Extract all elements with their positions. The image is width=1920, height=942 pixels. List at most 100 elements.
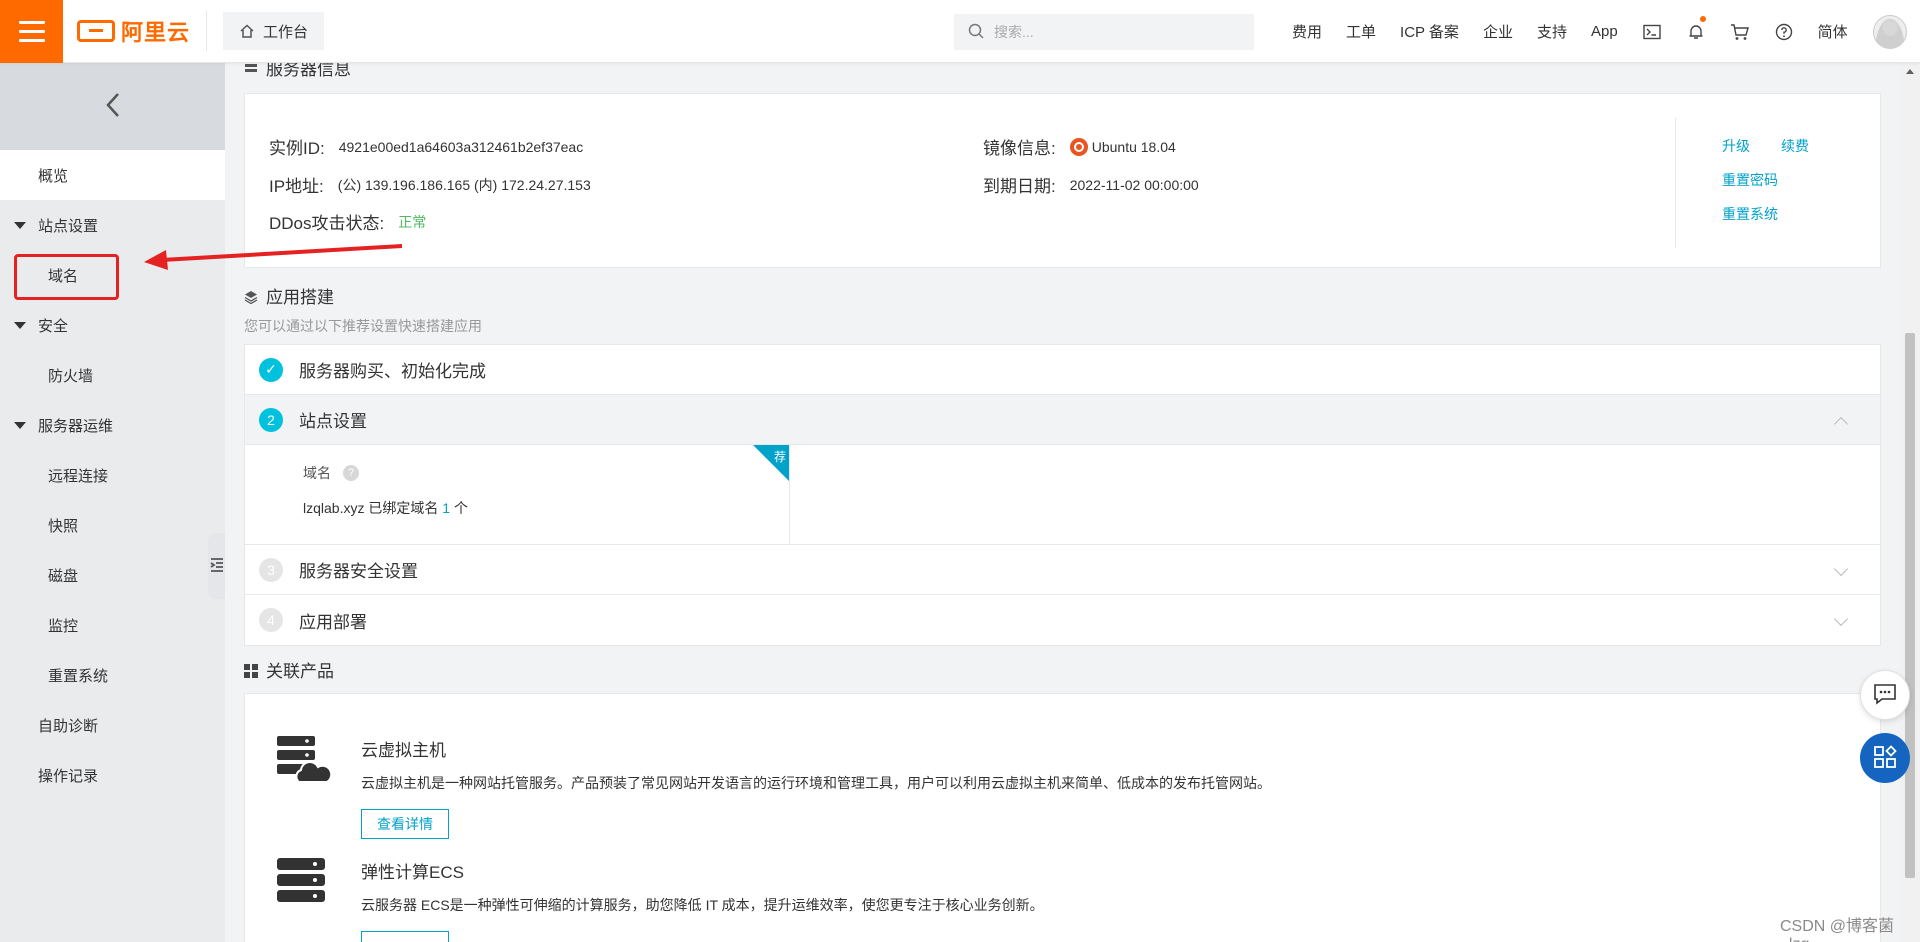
scroll-up-arrow-icon[interactable] [1906, 69, 1914, 74]
help-circle-icon[interactable]: ? [343, 465, 359, 481]
step-label: 应用部署 [299, 612, 367, 632]
terminal-icon[interactable] [1630, 0, 1674, 63]
list-collapse-icon [210, 557, 224, 576]
upgrade-link[interactable]: 升级 [1722, 136, 1750, 156]
apps-grid-icon [1873, 744, 1897, 772]
view-details-button[interactable]: 查看详情 [361, 809, 449, 839]
related-products-card: 云虚拟主机 云虚拟主机是一种网站托管服务。产品预装了常见网站开发语言的运行环境和… [244, 693, 1881, 942]
image-label: 镜像信息: [983, 139, 1056, 158]
sidebar-item-label: 重置系统 [48, 667, 109, 685]
red-arrow-annotation [144, 244, 403, 270]
csdn-watermark: CSDN @博客菌_lzq [1780, 918, 1895, 942]
caret-down-icon [14, 421, 26, 429]
instance-id-row: 实例ID: 4921e00ed1a64603a312461b2ef37eac [269, 134, 583, 159]
step-4[interactable]: 4 应用部署 [245, 595, 1880, 645]
ddos-status: 正常 [398, 213, 427, 230]
server-info-title: 服务器信息 [244, 63, 351, 80]
expire-label: 到期日期: [983, 177, 1056, 196]
domain-panel[interactable]: 荐 域名 ? lzqlab.xyz 已绑定域名 1 个 [245, 445, 790, 545]
ecs-server-icon [275, 856, 331, 911]
search-box[interactable] [954, 14, 1254, 50]
workbench-tab[interactable]: 工作台 [223, 12, 325, 50]
workbench-label: 工作台 [263, 23, 309, 41]
renew-link[interactable]: 续费 [1781, 136, 1809, 156]
nav-icp[interactable]: ICP 备案 [1388, 21, 1471, 42]
sidebar-item-monitor[interactable]: 监控 [0, 600, 225, 650]
ip-label: IP地址: [269, 177, 324, 196]
nav-enterprise[interactable]: 企业 [1471, 21, 1525, 42]
sidebar-item-snapshot[interactable]: 快照 [0, 500, 225, 550]
sidebar: 概览 站点设置 域名 安全 防火墙 服务器运维 远程连接 快照 磁盘 监控 重置… [0, 63, 225, 942]
image-row: 镜像信息: Ubuntu 18.04 [983, 134, 1176, 159]
chat-float-button[interactable] [1860, 670, 1910, 720]
chat-icon [1873, 683, 1897, 708]
layers-icon [244, 289, 258, 304]
ubuntu-icon [1069, 137, 1088, 156]
sidebar-item-disk[interactable]: 磁盘 [0, 550, 225, 600]
sidebar-item-label: 服务器运维 [38, 417, 114, 435]
instance-id-value: 4921e00ed1a64603a312461b2ef37eac [338, 138, 584, 155]
image-value: Ubuntu 18.04 [1091, 138, 1176, 155]
sidebar-item-op-log[interactable]: 操作记录 [0, 750, 225, 800]
sidebar-collapse-button[interactable] [0, 63, 225, 150]
section-title-text: 服务器信息 [266, 63, 351, 79]
step-1[interactable]: ✓ 服务器购买、初始化完成 [245, 345, 1880, 395]
reset-password-link[interactable]: 重置密码 [1722, 170, 1778, 190]
product-description: 云虚拟主机是一种网站托管服务。产品预装了常见网站开发语言的运行环境和管理工具，用… [361, 775, 1271, 791]
recommend-ribbon-text: 荐 [773, 450, 786, 464]
server-info-icon [244, 63, 258, 75]
user-avatar[interactable] [1873, 15, 1907, 49]
nav-support[interactable]: 支持 [1525, 21, 1579, 42]
help-icon[interactable] [1762, 0, 1806, 63]
bound-domain-count[interactable]: 1 [442, 500, 450, 516]
sidebar-item-remote[interactable]: 远程连接 [0, 450, 225, 500]
chevron-down-icon [1833, 561, 1849, 577]
section-title-text: 关联产品 [266, 662, 334, 681]
step-3[interactable]: 3 服务器安全设置 [245, 545, 1880, 595]
step-number: 4 [259, 608, 283, 632]
hamburger-menu-button[interactable] [0, 0, 63, 63]
search-input[interactable] [994, 24, 1234, 40]
top-bar: 阿里云 工作台 费用 工单 ICP 备案 企业 支持 App 简体 [0, 0, 1920, 63]
app-build-title: 应用搭建 [244, 283, 334, 308]
bound-domain-unit: 个 [453, 500, 468, 516]
sidebar-item-label: 站点设置 [38, 217, 99, 235]
step-label: 服务器安全设置 [299, 562, 418, 581]
instance-id-label: 实例ID: [269, 139, 325, 158]
product-name[interactable]: 弹性计算ECS [361, 858, 464, 883]
ddos-label: DDos攻击状态: [269, 214, 385, 233]
product-name[interactable]: 云虚拟主机 [361, 736, 446, 761]
bell-icon[interactable] [1674, 0, 1718, 63]
cart-icon[interactable] [1718, 0, 1762, 63]
sidebar-item-label: 防火墙 [48, 367, 94, 385]
sidebar-item-reset-system[interactable]: 重置系统 [0, 650, 225, 700]
sidebar-item-self-diagnose[interactable]: 自助诊断 [0, 700, 225, 750]
sidebar-group-security[interactable]: 安全 [0, 300, 225, 350]
nav-fees[interactable]: 费用 [1280, 21, 1334, 42]
nav-tickets[interactable]: 工单 [1334, 21, 1388, 42]
page-scrollbar[interactable] [1900, 63, 1920, 942]
sidebar-toggle-handle[interactable] [208, 533, 225, 599]
reset-system-link[interactable]: 重置系统 [1722, 204, 1778, 224]
sidebar-item-label: 操作记录 [38, 767, 99, 785]
aliyun-logo[interactable]: 阿里云 [63, 11, 208, 51]
ip-row: IP地址: (公) 139.196.186.165 (内) 172.24.27.… [269, 172, 591, 197]
logo-text: 阿里云 [121, 20, 191, 45]
scroll-thumb[interactable] [1905, 333, 1915, 878]
highlight-box [14, 254, 119, 300]
sidebar-group-server-ops[interactable]: 服务器运维 [0, 400, 225, 450]
domain-label: 域名 [303, 465, 331, 481]
sidebar-item-overview[interactable]: 概览 [0, 150, 225, 200]
sidebar-item-label: 安全 [38, 317, 69, 335]
sidebar-item-firewall[interactable]: 防火墙 [0, 350, 225, 400]
sidebar-item-label: 监控 [48, 617, 79, 635]
chevron-down-icon [1833, 611, 1849, 627]
nav-app[interactable]: App [1579, 23, 1630, 40]
step-number: 2 [259, 407, 283, 432]
language-switch[interactable]: 简体 [1806, 21, 1860, 42]
step-2[interactable]: 2 站点设置 [245, 395, 1880, 445]
apps-float-button[interactable] [1860, 733, 1910, 783]
app-build-steps: ✓ 服务器购买、初始化完成 2 站点设置 荐 域名 ? lzqlab.xyz 已… [244, 344, 1881, 646]
view-details-button[interactable] [361, 931, 449, 942]
check-icon: ✓ [259, 357, 283, 382]
